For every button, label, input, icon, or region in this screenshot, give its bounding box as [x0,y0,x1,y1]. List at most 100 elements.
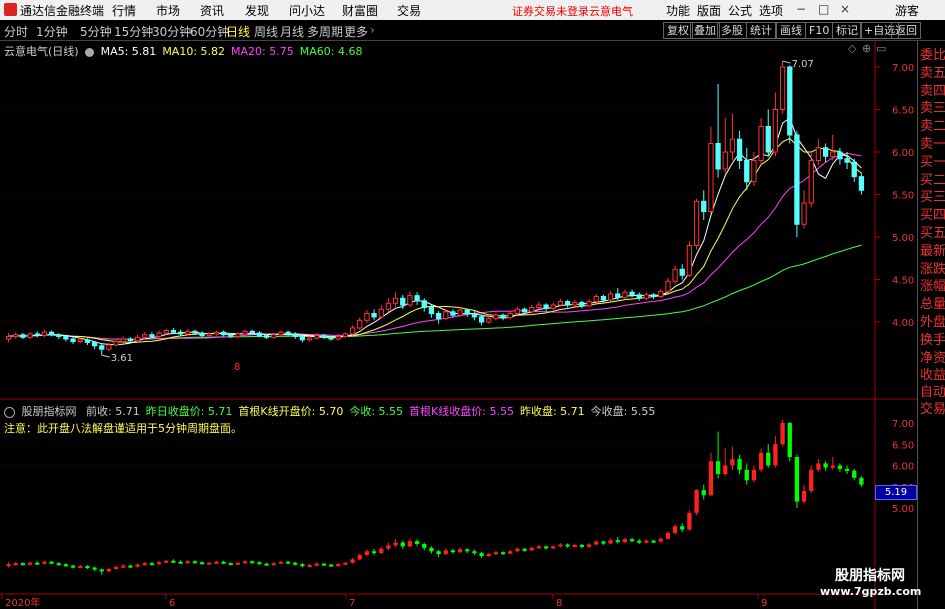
period-multi[interactable]: 多周期 [307,23,343,40]
minimize-button[interactable]: − [796,2,806,16]
side-panel-item[interactable]: 卖一 [920,136,945,153]
candle-body [263,335,270,338]
overlay-button[interactable]: 叠加 [690,22,720,39]
date-tick-label: 8 [556,598,562,609]
candle-body [672,268,678,282]
gear-icon[interactable] [4,406,15,418]
panel-icon[interactable]: ▭ [876,42,886,55]
sub-candle-body [543,546,549,549]
menu-item-trade[interactable]: 交易 [397,2,421,19]
sub-chart-field: 昨收盘: 5.71 [519,405,585,418]
candle-body [407,295,413,306]
side-panel-item[interactable]: 卖四 [920,83,945,100]
candle-body [529,307,535,313]
back-button[interactable]: 返回 [891,22,921,39]
chart-area[interactable]: 7.00 6.50 6.00 5.50 5.00 4.50 4.00 7.00 6.50 6.00… [0,41,917,609]
sub-candle-body [113,567,119,570]
current-price-tag: 5.19 [875,485,917,500]
dropdown-chevron-icon[interactable] [85,47,95,57]
sub-candle-body [594,541,599,545]
watermark-url: www.7gpzb.com [820,585,922,598]
watermark: 股朋指标网 www.7gpzb.com [820,565,922,598]
main-candles [5,61,865,356]
side-panel-item[interactable]: 买二 [920,172,945,189]
side-panel-item[interactable]: 买三 [920,189,945,206]
sub-candle-body [601,541,606,544]
mark-button[interactable]: 标记 [832,22,862,39]
maximize-button[interactable]: □ [818,2,829,16]
menu-item-discover[interactable]: 发现 [245,2,269,19]
side-panel-item[interactable]: 卖二 [920,118,945,135]
side-panel-item[interactable]: 收益 [920,367,945,384]
period-monthly[interactable]: 月线 [280,23,304,40]
side-panel-item[interactable]: 涨跌 [920,261,945,278]
period-daily[interactable]: 日线 [226,23,250,40]
side-panel-item[interactable]: 净资 [920,350,945,367]
candle-body [830,151,836,157]
side-panel-item[interactable]: 买五 [920,225,945,242]
sub-candle-body [350,559,355,563]
login-notice[interactable]: 证券交易未登录 [512,3,589,19]
period-more[interactable]: 更多 [344,23,368,40]
side-panel-item[interactable]: 卖三 [920,100,945,117]
menu-item-ask[interactable]: 问小达 [289,2,325,19]
statistics-button[interactable]: 统计 [746,22,776,39]
menu-item-news[interactable]: 资讯 [200,2,224,19]
menu-item-wealth[interactable]: 财富圈 [342,2,378,19]
chart-annotations: 7.07 3.61 8 [101,59,814,373]
menu-item-market[interactable]: 市场 [156,2,180,19]
sub-candle-body [486,554,491,557]
side-panel-item[interactable]: 总量 [920,296,945,313]
candle-body [321,335,327,338]
settings-diamond-icon[interactable]: ◇ [848,42,856,55]
ma10-line [8,137,862,343]
menu-item-layout[interactable]: 版面 [697,2,721,19]
sub-candle-body [744,469,749,481]
close-button[interactable]: × [840,2,850,16]
sub-candle-body [371,551,377,554]
menu-item-options[interactable]: 选项 [759,2,783,19]
candle-body [543,304,549,309]
side-panel-item[interactable]: 最新 [920,243,945,260]
draw-line-button[interactable]: 画线 [776,22,806,39]
side-panel-item[interactable]: 买四 [920,207,945,224]
user-label[interactable]: 游客 [895,2,919,19]
more-chevron-icon[interactable]: › [370,23,375,37]
side-panel-item[interactable]: 外盘 [920,314,945,331]
side-panel-item[interactable]: 卖五 [920,65,945,82]
candle-body [708,143,714,212]
candle-body [371,313,377,318]
sub-candle-body [135,564,140,567]
menu-item-formula[interactable]: 公式 [728,2,752,19]
side-panel-item[interactable]: 委比 [920,47,945,64]
period-intraday[interactable]: 分时 [4,23,28,40]
side-panel-auto-trade[interactable]: 交易 [920,401,945,418]
candle-body [572,301,578,306]
menu-item-quotes[interactable]: 行情 [112,2,136,19]
f10-button[interactable]: F10 [805,22,834,39]
price-tick-label: 6.00 [892,148,914,159]
period-weekly[interactable]: 周线 [254,23,278,40]
candle-body [636,294,642,299]
period-30min[interactable]: 30分钟 [152,23,191,40]
candle-body [314,335,320,339]
period-60min[interactable]: 60分钟 [190,23,229,40]
period-15min[interactable]: 15分钟 [114,23,153,40]
menu-item-function[interactable]: 功能 [666,2,690,19]
side-panel-auto-trade[interactable]: 自动 [920,384,945,401]
side-panel-item[interactable]: 换手 [920,332,945,349]
sub-candle-body [293,562,298,565]
adjust-button[interactable]: 复权 [663,22,693,39]
period-5min[interactable]: 5分钟 [80,23,112,40]
candle-body [20,334,26,338]
multi-stock-button[interactable]: 多股 [717,22,747,39]
period-1min[interactable]: 1分钟 [36,23,68,40]
sub-candle-body [156,562,162,565]
candle-body [557,301,564,306]
candle-body [693,200,700,247]
side-panel-item[interactable]: 买一 [920,154,945,171]
sub-candle-body [565,544,570,547]
zoom-icon[interactable]: ⊕ [862,42,871,55]
side-panel-item[interactable]: 涨幅 [920,278,945,295]
sub-candle-body [164,560,169,563]
